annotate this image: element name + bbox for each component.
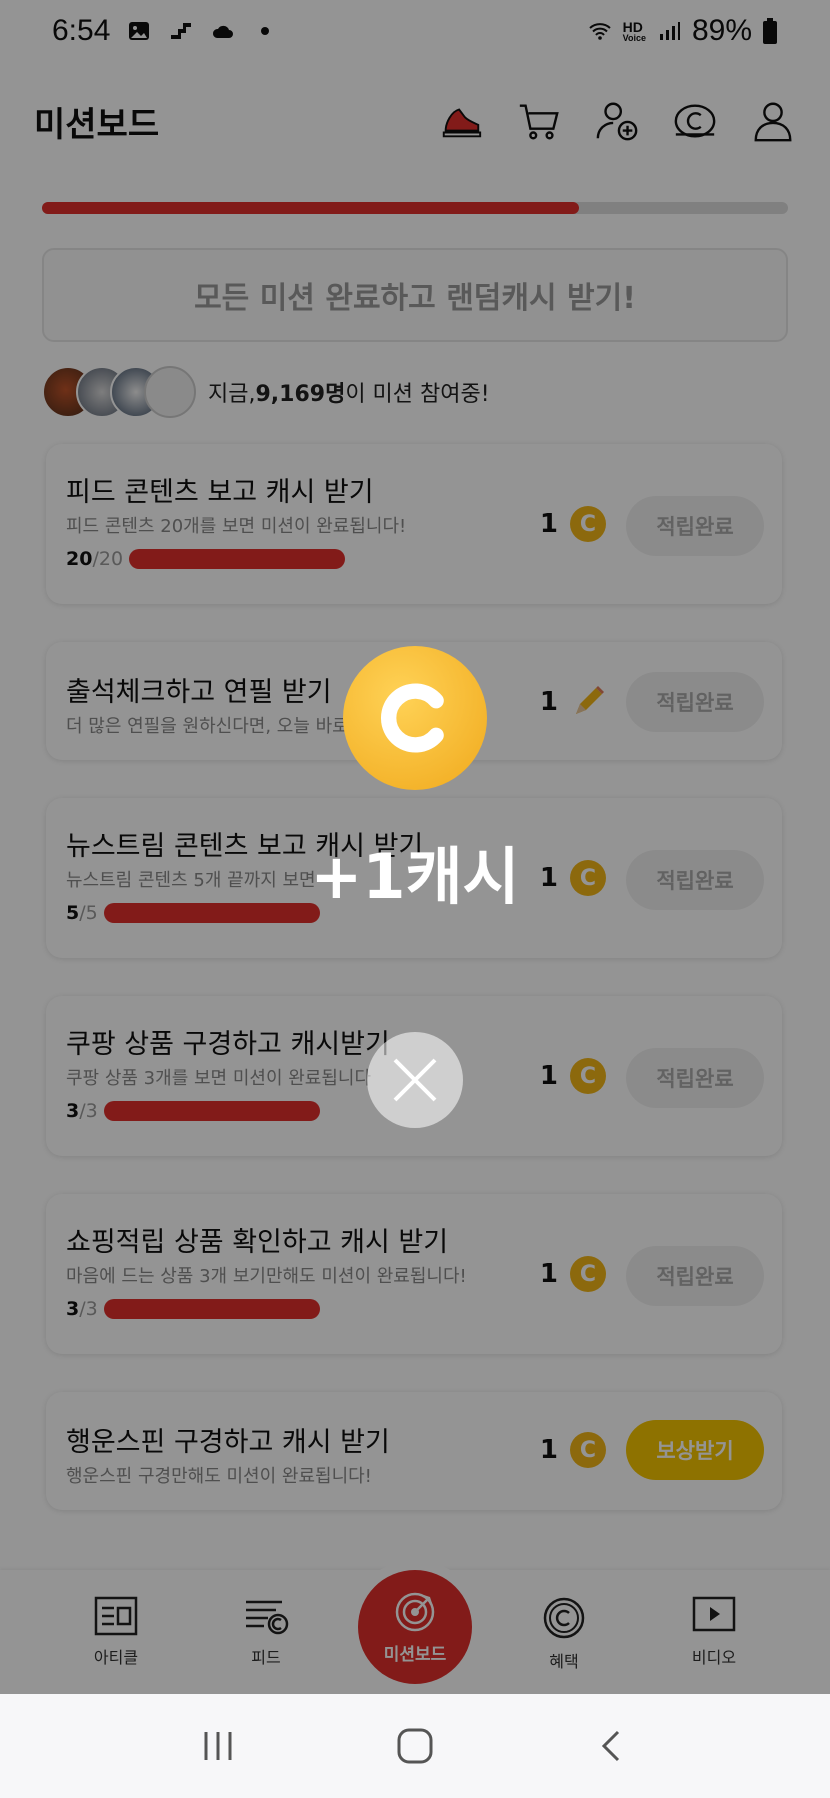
home-icon[interactable] <box>395 1726 435 1766</box>
system-nav <box>0 1694 830 1798</box>
close-button[interactable] <box>367 1032 463 1128</box>
recent-apps-icon[interactable] <box>200 1728 236 1764</box>
back-icon[interactable] <box>594 1728 630 1764</box>
cash-coin-icon <box>343 646 487 790</box>
close-icon <box>393 1058 437 1102</box>
reward-message: +1캐시 <box>310 840 520 913</box>
